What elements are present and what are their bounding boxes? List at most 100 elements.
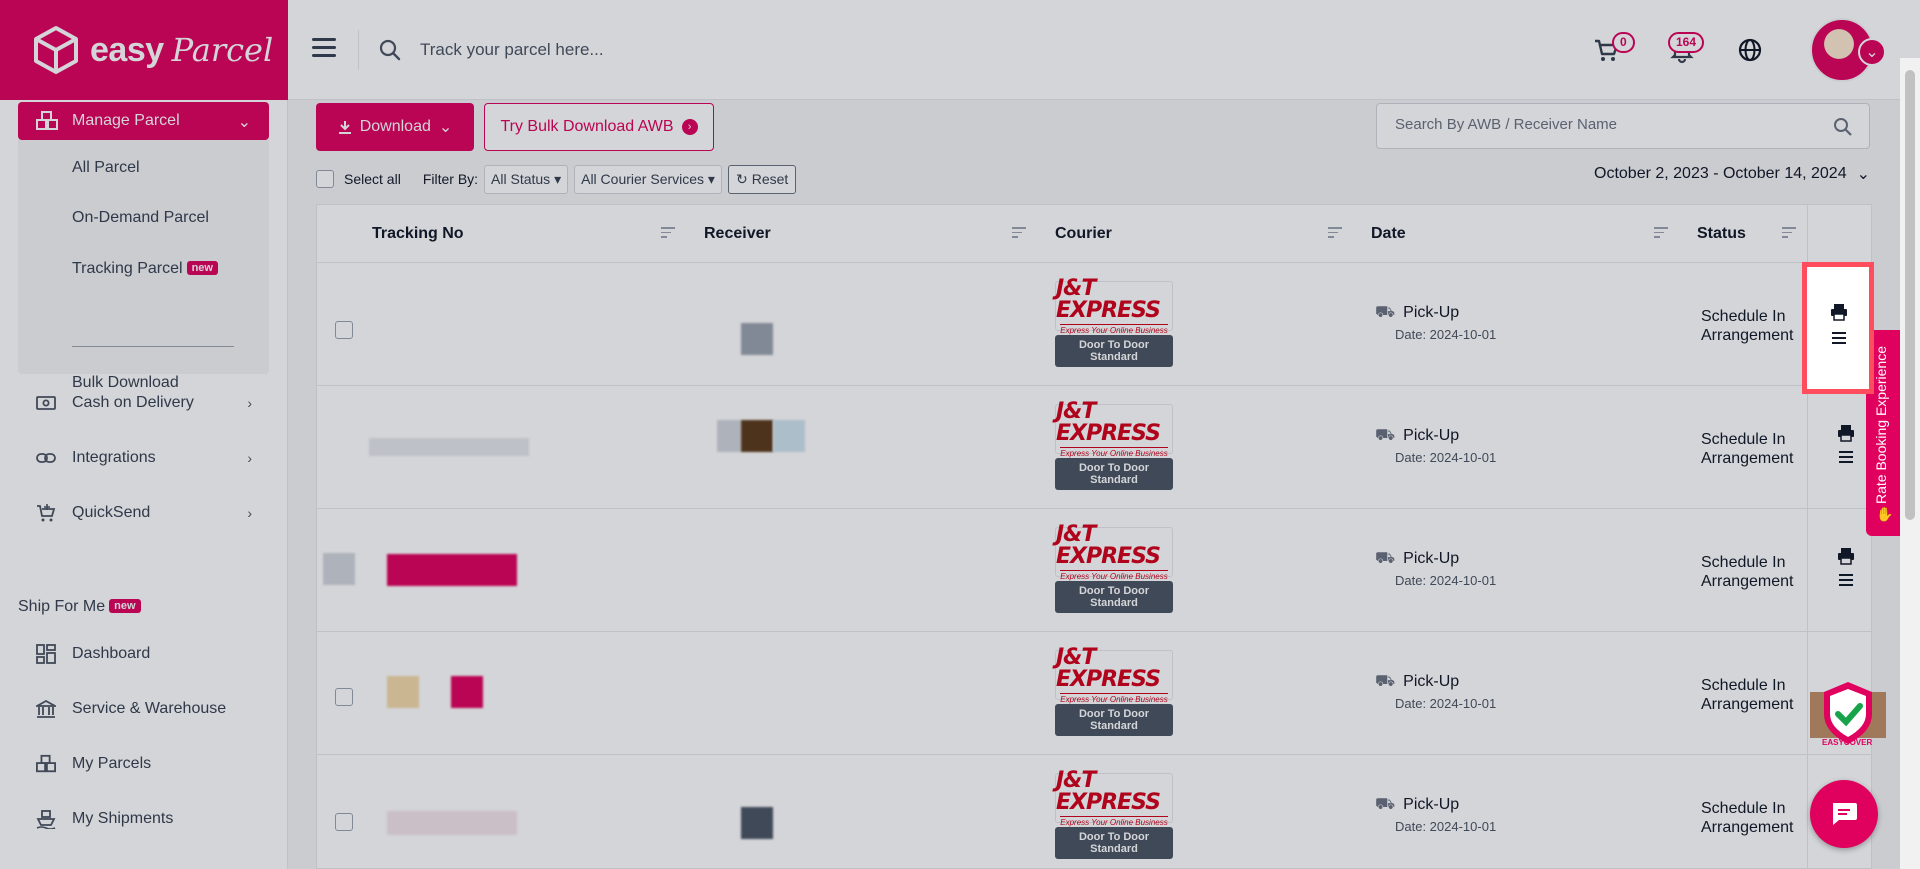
- chat-button[interactable]: [1810, 780, 1878, 848]
- table-row[interactable]: J&T EXPRESS Express Your Online Business…: [317, 755, 1871, 869]
- menu-icon[interactable]: [1837, 448, 1855, 466]
- row-checkbox[interactable]: [335, 813, 353, 831]
- reset-label: Reset: [751, 171, 789, 187]
- search-icon[interactable]: [1833, 117, 1853, 137]
- divider: [72, 346, 234, 347]
- sidebar-item-dashboard[interactable]: Dashboard: [36, 644, 252, 664]
- awb-search-box[interactable]: [1376, 103, 1870, 149]
- menu-toggle-icon[interactable]: [312, 38, 336, 58]
- sidebar-item-label: Manage Parcel: [72, 112, 180, 129]
- sidebar-item-quicksend[interactable]: QuickSend ›: [36, 503, 252, 523]
- table-row[interactable]: J&T EXPRESS Express Your Online Business…: [317, 386, 1871, 509]
- pickup-date: Date: 2024-10-01: [1395, 696, 1497, 711]
- pickup-text: Pick-Up: [1403, 673, 1460, 690]
- row-checkbox[interactable]: [335, 688, 353, 706]
- date-range-value: October 2, 2023 - October 14, 2024: [1594, 165, 1847, 182]
- select-all-checkbox[interactable]: [316, 170, 334, 188]
- sidebar-item-label: Service & Warehouse: [72, 700, 227, 717]
- pickup-label: ⛟ Pick-Up: [1375, 549, 1459, 569]
- sidebar-item-label: My Parcels: [72, 755, 152, 772]
- cube-icon: [34, 26, 78, 74]
- top-bar: easy Parcel 0 164 ⌄: [0, 0, 1920, 100]
- sort-icon[interactable]: [1328, 227, 1342, 239]
- status-filter-value: All Status: [491, 170, 551, 187]
- chat-icon: [1833, 803, 1857, 825]
- truck-icon: ⛟: [1375, 673, 1396, 690]
- courier-name: J&T EXPRESS: [1056, 521, 1161, 569]
- sidebar-item-integrations[interactable]: Integrations ›: [36, 448, 252, 468]
- tracking-number-redacted: [387, 554, 517, 586]
- sidebar-item-tracking-parcel[interactable]: Tracking Parcel new: [72, 260, 218, 278]
- menu-icon[interactable]: [1837, 571, 1855, 589]
- service-badge: Door To Door Standard: [1055, 458, 1173, 490]
- header-date[interactable]: Date: [1371, 225, 1406, 243]
- sidebar-item-all-parcel[interactable]: All Parcel: [72, 159, 140, 177]
- truck-icon: ⛟: [1375, 427, 1396, 444]
- select-all-label: Select all: [344, 171, 401, 187]
- sidebar-item-cash-on-delivery[interactable]: Cash on Delivery ›: [36, 393, 252, 413]
- sort-icon[interactable]: [1654, 227, 1668, 239]
- menu-icon[interactable]: [1829, 329, 1849, 347]
- sidebar-item-my-parcels[interactable]: My Parcels: [36, 754, 252, 774]
- service-badge: Door To Door Standard: [1055, 704, 1173, 736]
- sort-icon[interactable]: [661, 227, 675, 239]
- brand-logo[interactable]: easy Parcel: [0, 0, 288, 100]
- try-bulk-download-button[interactable]: Try Bulk Download AWB ›: [484, 103, 714, 151]
- receiver-image: [773, 420, 805, 452]
- sidebar-item-bulk-download[interactable]: Bulk Download: [72, 374, 179, 392]
- date-range-picker[interactable]: October 2, 2023 - October 14, 2024 ⌄: [1594, 164, 1870, 184]
- reset-button[interactable]: ↻ Reset: [727, 164, 797, 194]
- chevron-down-icon: ⌄: [1856, 166, 1871, 183]
- status-text: Schedule In Arrangement: [1701, 308, 1794, 344]
- chevron-down-icon[interactable]: ⌄: [1858, 38, 1886, 66]
- chevron-down-icon: ⌄: [438, 119, 453, 136]
- sort-icon[interactable]: [1012, 227, 1026, 239]
- courier-logo: J&T EXPRESS Express Your Online Business: [1055, 769, 1173, 827]
- scrollbar-thumb[interactable]: [1905, 70, 1915, 520]
- scrollbar[interactable]: [1900, 58, 1920, 869]
- row-checkbox[interactable]: [335, 321, 353, 339]
- brand-name-easy: easy: [90, 30, 164, 69]
- pickup-date: Date: 2024-10-01: [1395, 327, 1497, 342]
- header-status[interactable]: Status: [1697, 225, 1746, 243]
- dashboard-icon: [36, 644, 56, 664]
- globe-icon[interactable]: [1736, 36, 1764, 64]
- rate-tab-label: Rate Booking Experience: [1873, 346, 1889, 504]
- sidebar-item-service-warehouse[interactable]: Service & Warehouse: [36, 699, 252, 719]
- track-parcel-input[interactable]: [420, 32, 1020, 68]
- courier-filter-dropdown[interactable]: All Courier Services ▾: [574, 164, 722, 194]
- ship-for-me-heading: Ship For Me new: [18, 598, 141, 616]
- pickup-label: ⛟ Pick-Up: [1375, 795, 1459, 815]
- easycover-badge[interactable]: EASYCOVER: [1810, 680, 1886, 752]
- table-row[interactable]: J&T EXPRESS Express Your Online Business…: [317, 509, 1871, 632]
- courier-name: J&T EXPRESS: [1056, 398, 1161, 446]
- print-icon[interactable]: [1837, 424, 1855, 442]
- header-receiver[interactable]: Receiver: [704, 225, 771, 243]
- table-row[interactable]: J&T EXPRESS Express Your Online Business…: [317, 263, 1871, 386]
- table-row[interactable]: J&T EXPRESS Express Your Online Business…: [317, 632, 1871, 755]
- boxes-icon: [36, 754, 56, 773]
- bulk-download-label: Try Bulk Download AWB: [500, 118, 674, 135]
- filter-by-label: Filter By:: [422, 171, 479, 187]
- header-courier[interactable]: Courier: [1055, 225, 1112, 243]
- courier-tagline: Express Your Online Business: [1060, 323, 1168, 335]
- download-button[interactable]: Download ⌄: [316, 103, 474, 151]
- highlighted-action-cell[interactable]: [1802, 262, 1874, 394]
- sidebar-item-on-demand-parcel[interactable]: On-Demand Parcel: [72, 209, 209, 227]
- awb-search-input[interactable]: [1395, 116, 1815, 133]
- status-filter-dropdown[interactable]: All Status ▾: [484, 164, 569, 194]
- pickup-text: Pick-Up: [1403, 304, 1460, 321]
- print-icon[interactable]: [1829, 303, 1849, 321]
- sidebar-item-manage-parcel[interactable]: Manage Parcel ⌄: [18, 102, 269, 140]
- service-badge: Door To Door Standard: [1055, 335, 1173, 367]
- sort-icon[interactable]: [1782, 227, 1796, 239]
- sidebar-item-label: Cash on Delivery: [72, 394, 194, 411]
- sidebar-item-my-shipments[interactable]: My Shipments: [36, 809, 252, 829]
- courier-filter-value: All Courier Services: [581, 170, 705, 187]
- search-icon[interactable]: [378, 38, 402, 62]
- header-tracking-no[interactable]: Tracking No: [372, 225, 464, 243]
- print-icon[interactable]: [1837, 547, 1855, 565]
- pickup-text: Pick-Up: [1403, 796, 1460, 813]
- status-text: Schedule In Arrangement: [1701, 554, 1794, 590]
- download-icon: [338, 121, 351, 134]
